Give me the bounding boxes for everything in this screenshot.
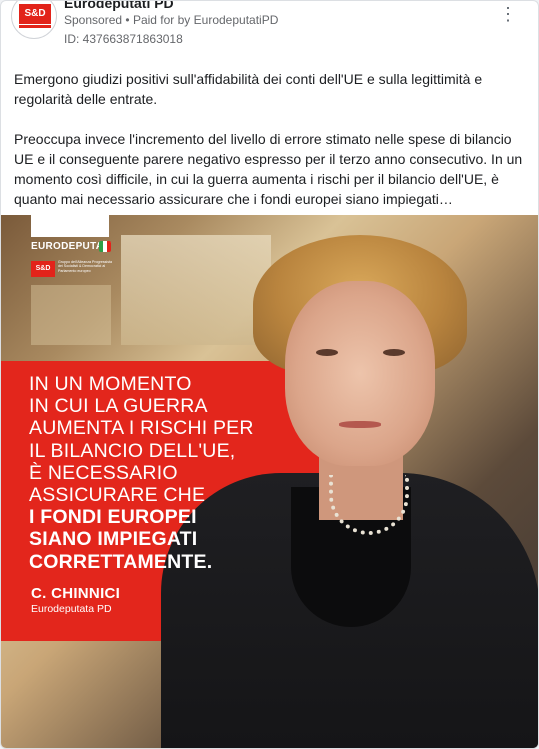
quote-line: IN UN MOMENTO xyxy=(29,373,192,395)
sponsored-meta: Sponsored • Paid for by EurodeputatiPD xyxy=(64,13,278,27)
sd-group-text: Gruppo dell'Alleanza Progressista dei So… xyxy=(58,260,113,273)
quote-line-emphasis: SIANO IMPIEGATI xyxy=(29,528,198,551)
quote-line: ASSICURARE CHE xyxy=(29,484,206,507)
signature-role: Eurodeputata PD xyxy=(31,603,112,615)
portrait-eye xyxy=(316,349,338,356)
quote-text: IN UN MOMENTO IN CUI LA GUERRA AUMENTA I… xyxy=(29,373,319,573)
portrait-eye xyxy=(383,349,405,356)
background-window xyxy=(31,285,111,345)
sd-logo: S&D xyxy=(31,261,55,277)
ad-id: ID: 437663871863018 xyxy=(64,32,183,46)
post-paragraph-2: Preoccupa invece l'incremento del livell… xyxy=(14,131,523,207)
quote-line: È NECESSARIO xyxy=(29,461,178,484)
avatar-logo: S&D xyxy=(19,4,51,24)
quote-line: AUMENTA I RISCHI PER xyxy=(29,417,254,440)
page-avatar[interactable]: S&D xyxy=(11,1,57,39)
page-name-link[interactable]: Eurodeputati PD xyxy=(64,1,174,11)
quote-line-emphasis: I FONDI EUROPEI xyxy=(29,506,197,529)
portrait-mouth xyxy=(339,421,381,428)
pd-logo-icon xyxy=(99,241,111,252)
meta-separator: • xyxy=(125,13,130,27)
ad-card: S&D Eurodeputati PD Sponsored • Paid for… xyxy=(0,0,539,749)
paid-for-by-label: Paid for by xyxy=(132,13,191,27)
top-white-strip xyxy=(31,215,109,237)
post-body: Emergono giudizi positivi sull'affidabil… xyxy=(14,69,526,229)
quote-line: IN CUI LA GUERRA xyxy=(29,395,208,418)
signature-name: C. CHINNICI xyxy=(31,585,121,602)
sponsored-label: Sponsored xyxy=(64,13,123,27)
more-horizontal-icon: ⋮ xyxy=(499,4,517,24)
quote-line: IL BILANCIO DELL'UE, xyxy=(29,439,236,462)
avatar-logo-underline xyxy=(19,25,51,28)
post-paragraph-1: Emergono giudizi positivi sull'affidabil… xyxy=(14,71,483,107)
ad-creative-image[interactable]: EURODEPUTATI S&D Gruppo dell'Alleanza Pr… xyxy=(1,215,538,748)
quote-line-emphasis: CORRETTAMENTE. xyxy=(29,550,213,573)
more-options-button[interactable]: ⋮ xyxy=(496,4,520,27)
advertiser-link[interactable]: EurodeputatiPD xyxy=(194,13,279,27)
ad-header: S&D Eurodeputati PD Sponsored • Paid for… xyxy=(1,1,538,57)
